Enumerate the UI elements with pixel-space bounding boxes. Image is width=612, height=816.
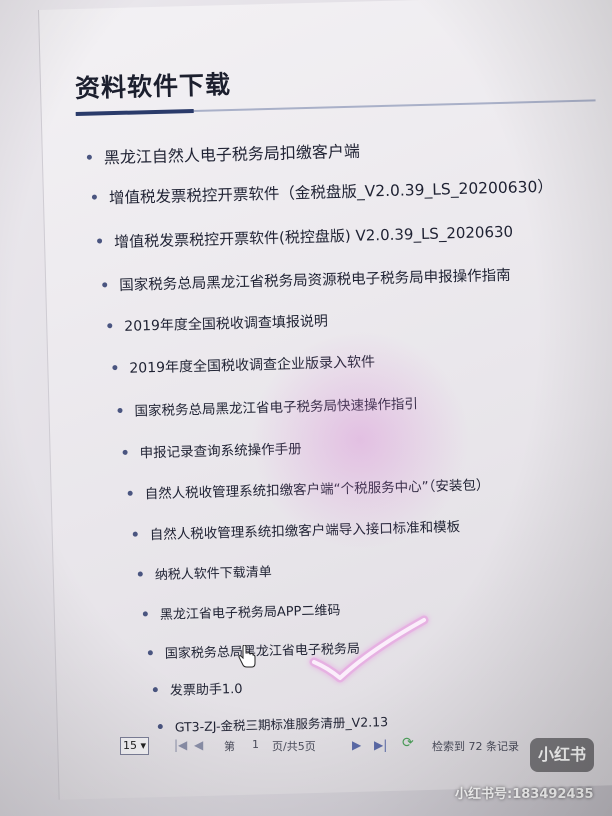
bullet-dot-icon	[132, 531, 138, 537]
download-link-label: 自然人税收管理系统扣缴客户端“个税服务中心”（安装包）	[144, 477, 490, 503]
xiaohongshu-id: 小红书号:183492435	[455, 787, 594, 802]
download-link-label: 2019年度全国税收调查企业版录入软件	[129, 354, 376, 377]
hand-pointer-icon	[238, 645, 256, 668]
last-page-button[interactable]: ▶|	[374, 738, 387, 752]
bullet-dot-icon	[91, 194, 97, 200]
download-link-label: 增值税发票税控开票软件（金税盘版_V2.0.39_LS_20200630）	[108, 177, 554, 208]
bullet-dot-icon	[102, 281, 108, 287]
bullet-dot-icon	[112, 364, 118, 370]
bullet-dot-icon	[127, 490, 133, 496]
total-pages-label: 页/共5页	[272, 740, 316, 753]
download-link-label: 自然人税收管理系统扣缴客户端导入接口标准和模板	[149, 519, 461, 544]
bullet-dot-icon	[117, 407, 123, 413]
page-size-select[interactable]: 15 ▾	[120, 737, 150, 755]
bullet-dot-icon	[122, 449, 128, 455]
prev-page-button[interactable]: ◀	[194, 738, 203, 752]
next-page-button[interactable]: ▶	[352, 738, 361, 752]
download-link-label: 增值税发票税控开票软件(税控盘版) V2.0.39_LS_2020630	[113, 222, 514, 252]
download-link-label: 2019年度全国税收调查填报说明	[124, 313, 329, 335]
download-link[interactable]: 黑龙江省电子税务局APP二维码	[142, 599, 341, 624]
bullet-dot-icon	[86, 154, 92, 160]
download-link-label: 国家税务总局黑龙江省税务局资源税电子税务局申报操作指南	[119, 267, 511, 294]
bullet-dot-icon	[147, 650, 153, 656]
download-link-label: 黑龙江省电子税务局APP二维码	[159, 603, 341, 624]
download-link[interactable]: 申报记录查询系统操作手册	[122, 437, 302, 462]
bullet-dot-icon	[107, 322, 113, 328]
bullet-dot-icon	[157, 723, 163, 730]
download-link-label: 纳税人软件下载清单	[154, 565, 273, 584]
photo-of-screen: 资料软件下载 黑龙江自然人电子税务局扣缴客户端 增值税发票税控开票软件（金税盘版…	[0, 0, 612, 816]
download-panel: 资料软件下载 黑龙江自然人电子税务局扣缴客户端 增值税发票税控开票软件（金税盘版…	[38, 0, 612, 800]
current-page-input[interactable]: 1	[252, 738, 259, 751]
download-link-label: 黑龙江自然人电子税务局扣缴客户端	[103, 141, 361, 168]
first-page-button[interactable]: |◀	[174, 738, 187, 752]
download-link-label: 国家税务总局黑龙江省电子税务局	[164, 641, 361, 662]
download-link-label: GT3-ZJ-金税三期标准服务清册_V2.13	[174, 714, 389, 735]
page-label: 第	[224, 740, 235, 753]
download-link[interactable]: 国家税务总局黑龙江省税务局资源税电子税务局申报操作指南	[102, 264, 511, 296]
bullet-dot-icon	[152, 687, 158, 693]
download-link[interactable]: GT3-ZJ-金税三期标准服务清册_V2.13	[157, 711, 389, 736]
bullet-dot-icon	[137, 571, 143, 577]
download-link[interactable]: 2019年度全国税收调查企业版录入软件	[112, 351, 375, 378]
xiaohongshu-logo: 小红书	[530, 738, 594, 772]
page-size-value: 15	[123, 739, 137, 752]
download-link[interactable]: 纳税人软件下载清单	[137, 561, 273, 584]
download-link[interactable]: 2019年度全国税收调查填报说明	[107, 311, 328, 337]
record-count: 检索到 72 条记录	[432, 740, 519, 753]
download-link[interactable]: 自然人税收管理系统扣缴客户端导入接口标准和模板	[132, 515, 460, 544]
download-list: 黑龙江自然人电子税务局扣缴客户端 增值税发票税控开票软件（金税盘版_V2.0.3…	[39, 0, 612, 800]
download-link[interactable]: 国家税务总局黑龙江省电子税务局快速操作指引	[117, 392, 418, 420]
download-link[interactable]: 增值税发票税控开票软件(税控盘版) V2.0.39_LS_2020630	[97, 221, 514, 253]
bullet-dot-icon	[97, 238, 103, 244]
bullet-dot-icon	[142, 611, 148, 617]
download-link-label: 国家税务总局黑龙江省电子税务局快速操作指引	[134, 396, 419, 420]
refresh-icon[interactable]: ⟳	[402, 735, 414, 751]
download-link[interactable]: 发票助手1.0	[152, 678, 243, 699]
download-link[interactable]: 增值税发票税控开票软件（金税盘版_V2.0.39_LS_20200630）	[91, 175, 554, 209]
download-link-label: 发票助手1.0	[169, 681, 243, 699]
download-link-label: 申报记录查询系统操作手册	[139, 441, 302, 462]
download-link[interactable]: 黑龙江自然人电子税务局扣缴客户端	[86, 138, 361, 169]
download-link[interactable]: 自然人税收管理系统扣缴客户端“个税服务中心”（安装包）	[127, 473, 490, 503]
